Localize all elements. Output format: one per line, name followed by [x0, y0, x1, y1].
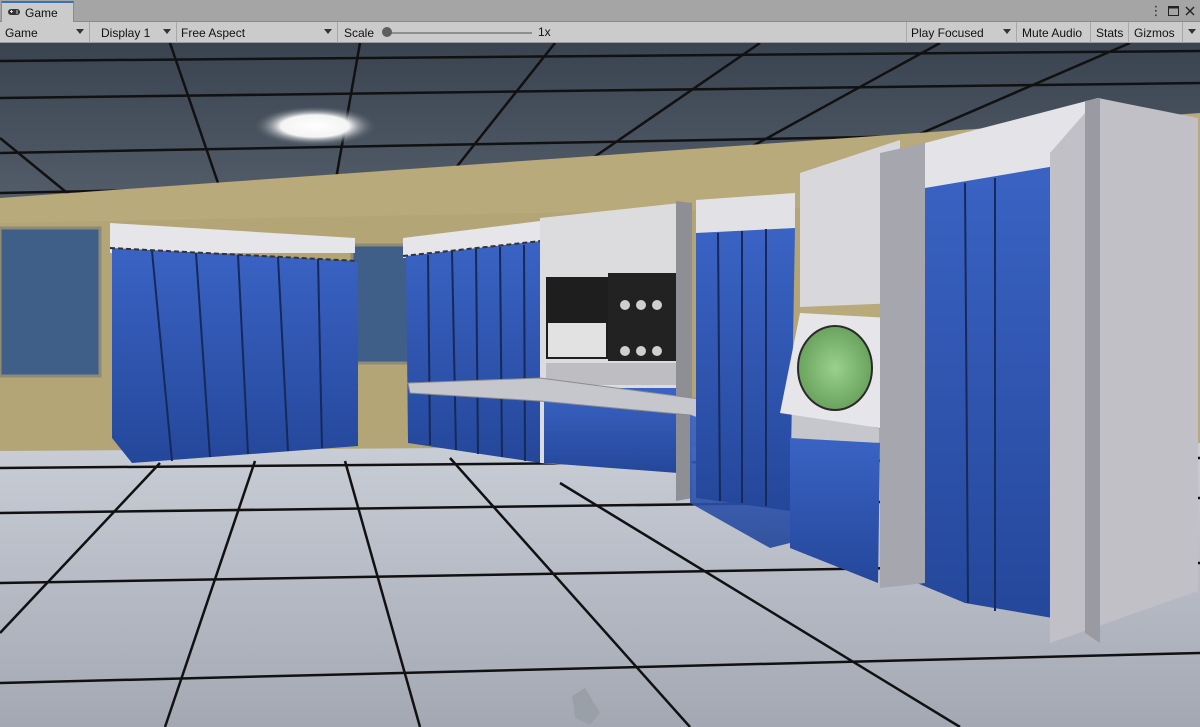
gamepad-icon: [7, 6, 21, 20]
display-label: Display 1: [101, 25, 151, 40]
tab-game[interactable]: Game: [1, 1, 74, 22]
tab-bar: Game ⋮: [0, 0, 1200, 22]
chevron-down-icon: [1188, 29, 1196, 34]
control-panel: [540, 201, 692, 501]
view-mode-label: Game: [5, 25, 38, 40]
scene-render: [0, 43, 1200, 727]
more-options-icon[interactable]: ⋮: [1148, 2, 1164, 20]
game-toolbar: Game Display 1 Free Aspect Scale 1x Play…: [0, 22, 1200, 43]
chevron-down-icon: [1003, 29, 1011, 34]
stats-toggle[interactable]: Stats: [1091, 22, 1129, 43]
cabinet-bank-right-mid: [696, 193, 795, 511]
aspect-dropdown[interactable]: Free Aspect: [176, 22, 338, 43]
wall-window-center: [350, 243, 414, 365]
chevron-down-icon: [76, 29, 84, 34]
play-mode-dropdown[interactable]: Play Focused: [906, 22, 1017, 43]
chevron-down-icon: [163, 29, 171, 34]
wall-window-left: [0, 226, 102, 378]
mute-audio-toggle[interactable]: Mute Audio: [1017, 22, 1091, 43]
gizmos-dropdown[interactable]: [1183, 22, 1200, 43]
gizmos-label: Gizmos: [1134, 25, 1175, 40]
scale-slider-handle[interactable]: [382, 27, 392, 37]
scope-display: [797, 325, 873, 411]
tab-label: Game: [25, 5, 58, 20]
close-icon[interactable]: [1182, 2, 1198, 20]
maximize-icon[interactable]: [1165, 2, 1181, 20]
chevron-down-icon: [324, 29, 332, 34]
ceiling-lamp: [253, 106, 377, 146]
display-dropdown[interactable]: Display 1: [96, 22, 177, 43]
view-mode-dropdown[interactable]: Game: [0, 22, 90, 43]
game-viewport[interactable]: [0, 43, 1200, 727]
cabinet-bank-right: [880, 98, 1198, 643]
play-mode-label: Play Focused: [911, 25, 984, 40]
gizmos-toggle[interactable]: Gizmos: [1129, 22, 1183, 43]
scale-slider-track[interactable]: [386, 32, 532, 34]
aspect-label: Free Aspect: [181, 25, 246, 40]
scale-label: Scale: [344, 25, 375, 40]
scale-value: 1x: [538, 25, 551, 39]
cabinet-bank-left: [109, 223, 359, 463]
cabinet-bank-center: [402, 221, 542, 463]
mute-audio-label: Mute Audio: [1022, 25, 1083, 40]
stats-label: Stats: [1096, 25, 1124, 40]
